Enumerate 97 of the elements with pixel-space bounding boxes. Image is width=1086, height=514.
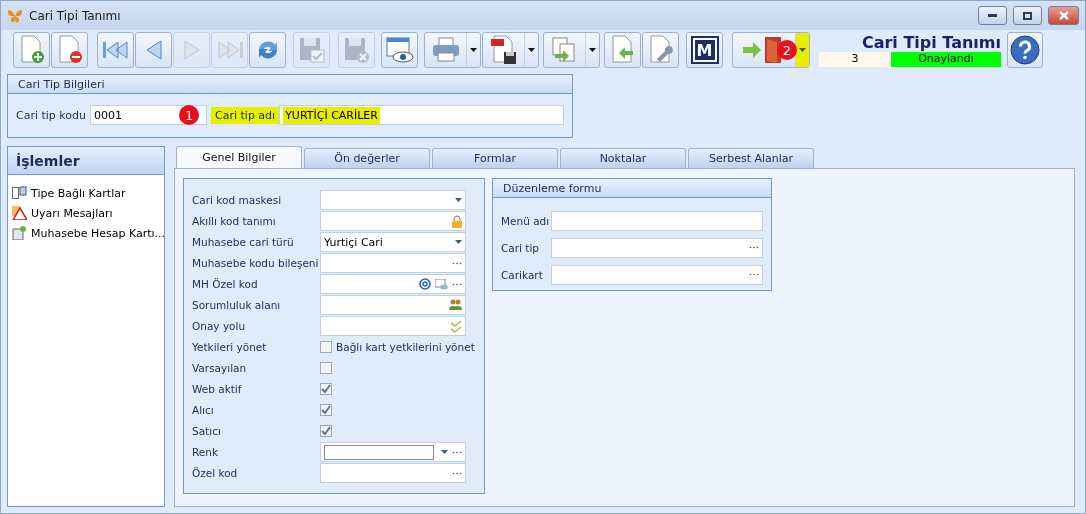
toolbar-button[interactable]: [381, 32, 418, 68]
maximize-button[interactable]: [1013, 6, 1042, 25]
field-label: Muhasebe cari türü: [192, 236, 295, 248]
cards-icon: [12, 186, 27, 200]
checkbox[interactable]: [320, 362, 332, 374]
field-label: Renk: [192, 446, 220, 458]
ellipsis-icon[interactable]: [452, 471, 462, 475]
sidebar-item[interactable]: Uyarı Mesajları: [8, 203, 164, 223]
field-label: Menü adı: [501, 214, 551, 227]
lookup-field[interactable]: [320, 316, 466, 336]
close-icon: [1058, 11, 1069, 20]
checkbox[interactable]: [320, 404, 332, 416]
tab[interactable]: Ön değerler: [304, 148, 430, 168]
field-label: Alıcı: [192, 404, 215, 416]
lookup-field[interactable]: [320, 463, 466, 483]
dropdown-arrow-icon[interactable]: [589, 48, 596, 52]
checkbox[interactable]: [320, 425, 332, 437]
double-check-icon[interactable]: [450, 319, 462, 333]
tab[interactable]: Formlar: [432, 148, 558, 168]
last-record-icon: [215, 39, 244, 61]
ellipsis-icon[interactable]: [749, 246, 759, 249]
status-label: Onaylandı: [891, 52, 1001, 67]
dropdown-arrow-icon[interactable]: [455, 240, 462, 244]
group-title: Cari Tip Bilgileri: [8, 75, 572, 94]
lookup-field[interactable]: [551, 264, 763, 285]
field-label: Cari tip adı: [211, 106, 280, 124]
dropdown-arrow-icon[interactable]: [441, 450, 448, 454]
sidebar-item[interactable]: Muhasebe Hesap Kartı...: [8, 223, 164, 243]
sidebar-item[interactable]: Tipe Bağlı Kartlar: [8, 183, 164, 203]
dropdown-arrow-icon[interactable]: [470, 48, 477, 52]
tab[interactable]: Serbest Alanlar: [688, 148, 814, 168]
ellipsis-icon[interactable]: [452, 282, 462, 286]
people-icon[interactable]: [449, 299, 462, 311]
field-label: Yetkileri yönet: [192, 341, 268, 353]
restore-icon: [1023, 11, 1032, 20]
lookup-field[interactable]: [320, 274, 466, 294]
lookup-field[interactable]: [551, 237, 763, 258]
ledger-icon: [12, 226, 27, 240]
save-icon: [297, 36, 326, 64]
dropdown-arrow-icon[interactable]: [455, 198, 462, 202]
field-label: Cari tip kodu: [16, 108, 86, 122]
preview-icon: [384, 36, 415, 64]
checkbox[interactable]: [320, 341, 332, 353]
pdf-save-icon: [489, 35, 518, 65]
warning-icon: [12, 206, 27, 220]
next-icon: [181, 39, 202, 61]
group-title: Düzenleme formu: [493, 179, 771, 198]
form-heading: Cari Tipi Tanımı: [861, 33, 1001, 52]
field-label: Onay yolu: [192, 320, 247, 332]
field-label: MH Özel kod: [192, 278, 259, 290]
dropdown-arrow-icon[interactable]: [799, 48, 806, 52]
toolbar-button[interactable]: 2: [732, 32, 810, 68]
field-label: Muhasebe kodu bileşeni: [192, 257, 320, 269]
lookup-field[interactable]: [320, 253, 466, 273]
field-label: Web aktif: [192, 383, 243, 395]
window-title: Cari Tipi Tanımı: [29, 8, 122, 23]
lock-icon: [452, 214, 462, 228]
save-cancel-icon: [342, 36, 371, 64]
field-label: Cari tip: [501, 241, 541, 254]
step-marker: 1: [179, 105, 199, 125]
input-field[interactable]: 0001 1: [90, 105, 207, 125]
at-sign-icon[interactable]: [419, 278, 431, 290]
input-field[interactable]: [551, 210, 763, 231]
color-field[interactable]: [320, 442, 466, 462]
checkbox-label: Bağlı kart yetkilerini yönet: [336, 341, 475, 353]
sidebar-title: İşlemler: [8, 147, 164, 175]
field-label: Sorumluluk alanı: [192, 299, 282, 311]
checkbox[interactable]: [320, 383, 332, 395]
field-label: Akıllı kod tanımı: [192, 215, 277, 227]
ellipsis-icon[interactable]: [452, 261, 462, 265]
input-field[interactable]: YURTİÇİ CARİLER: [279, 105, 564, 125]
help-icon: [1010, 35, 1040, 65]
ellipsis-icon[interactable]: [749, 273, 759, 276]
close-button[interactable]: [1048, 6, 1079, 25]
first-record-icon: [101, 39, 130, 61]
lookup-field[interactable]: [320, 295, 466, 315]
field-label: Satıcı: [192, 425, 222, 437]
record-count: 3: [819, 52, 891, 67]
minimize-button[interactable]: [978, 6, 1007, 25]
help-button[interactable]: [1007, 32, 1043, 68]
tab[interactable]: Noktalar: [560, 148, 686, 168]
printer-icon: [430, 36, 461, 64]
dropdown-field[interactable]: [320, 190, 466, 210]
tab[interactable]: Genel Bilgiler: [176, 146, 302, 168]
window-eye-icon[interactable]: [435, 278, 448, 290]
field-label: Carikart: [501, 268, 544, 281]
field-label: Cari kod maskesi: [192, 194, 283, 206]
toolbar-button[interactable]: [482, 32, 539, 68]
field-label: Varsayılan: [192, 362, 248, 374]
input-field[interactable]: [320, 211, 466, 231]
butterfly-icon: [7, 8, 23, 23]
dropdown-field[interactable]: Yurtiçi Cari: [320, 232, 466, 252]
field-value: YURTİÇİ CARİLER: [283, 106, 380, 124]
minimize-icon: [988, 14, 997, 17]
field-label: Özel kod: [192, 467, 239, 479]
ellipsis-icon[interactable]: [452, 450, 462, 454]
dropdown-arrow-icon[interactable]: [528, 48, 535, 52]
